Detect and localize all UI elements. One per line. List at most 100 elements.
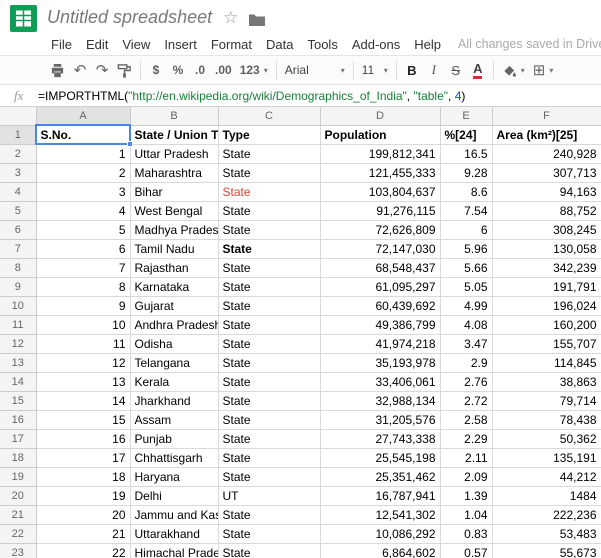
- row-header-8[interactable]: 8: [0, 258, 36, 277]
- print-button[interactable]: [46, 58, 69, 82]
- cell-F18[interactable]: 135,191: [492, 448, 601, 467]
- cell-B1[interactable]: State / Union Territory: [130, 125, 218, 144]
- cell-D21[interactable]: 12,541,302: [320, 505, 440, 524]
- row-header-3[interactable]: 3: [0, 163, 36, 182]
- cell-C12[interactable]: State: [218, 334, 320, 353]
- cell-B8[interactable]: Rajasthan: [130, 258, 218, 277]
- cell-D14[interactable]: 33,406,061: [320, 372, 440, 391]
- cell-E10[interactable]: 4.99: [440, 296, 492, 315]
- cell-B20[interactable]: Delhi: [130, 486, 218, 505]
- cell-E12[interactable]: 3.47: [440, 334, 492, 353]
- cell-D10[interactable]: 60,439,692: [320, 296, 440, 315]
- cell-B4[interactable]: Bihar: [130, 182, 218, 201]
- cell-C15[interactable]: State: [218, 391, 320, 410]
- row-header-19[interactable]: 19: [0, 467, 36, 486]
- cell-B14[interactable]: Kerala: [130, 372, 218, 391]
- cell-D3[interactable]: 121,455,333: [320, 163, 440, 182]
- cell-C14[interactable]: State: [218, 372, 320, 391]
- row-header-16[interactable]: 16: [0, 410, 36, 429]
- cell-E19[interactable]: 2.09: [440, 467, 492, 486]
- column-header-e[interactable]: E: [440, 107, 492, 125]
- cell-C1[interactable]: Type: [218, 125, 320, 144]
- cell-F9[interactable]: 191,791: [492, 277, 601, 296]
- cell-E1[interactable]: %[24]: [440, 125, 492, 144]
- cell-B11[interactable]: Andhra Pradesh: [130, 315, 218, 334]
- cell-E16[interactable]: 2.58: [440, 410, 492, 429]
- cell-B21[interactable]: Jammu and Kashmir: [130, 505, 218, 524]
- cell-C2[interactable]: State: [218, 144, 320, 163]
- borders-button[interactable]: ⊞ ▾: [529, 58, 558, 82]
- cell-C21[interactable]: State: [218, 505, 320, 524]
- cell-C3[interactable]: State: [218, 163, 320, 182]
- cell-C11[interactable]: State: [218, 315, 320, 334]
- cell-E15[interactable]: 2.72: [440, 391, 492, 410]
- cell-A11[interactable]: 10: [36, 315, 130, 334]
- cell-A10[interactable]: 9: [36, 296, 130, 315]
- cell-B2[interactable]: Uttar Pradesh: [130, 144, 218, 163]
- cell-B19[interactable]: Haryana: [130, 467, 218, 486]
- cell-A19[interactable]: 18: [36, 467, 130, 486]
- cell-C7[interactable]: State: [218, 239, 320, 258]
- cell-F6[interactable]: 308,245: [492, 220, 601, 239]
- select-all-corner[interactable]: [0, 107, 36, 125]
- cell-F4[interactable]: 94,163: [492, 182, 601, 201]
- cell-D7[interactable]: 72,147,030: [320, 239, 440, 258]
- cell-B18[interactable]: Chhattisgarh: [130, 448, 218, 467]
- cell-D5[interactable]: 91,276,115: [320, 201, 440, 220]
- cell-D6[interactable]: 72,626,809: [320, 220, 440, 239]
- sheets-logo-icon[interactable]: [10, 5, 37, 32]
- column-header-c[interactable]: C: [218, 107, 320, 125]
- cell-E5[interactable]: 7.54: [440, 201, 492, 220]
- menu-edit[interactable]: Edit: [79, 37, 115, 52]
- cell-E11[interactable]: 4.08: [440, 315, 492, 334]
- cell-B6[interactable]: Madhya Pradesh: [130, 220, 218, 239]
- cell-D2[interactable]: 199,812,341: [320, 144, 440, 163]
- cell-A16[interactable]: 15: [36, 410, 130, 429]
- cell-A1[interactable]: S.No.: [36, 125, 130, 144]
- cell-D11[interactable]: 49,386,799: [320, 315, 440, 334]
- cell-E7[interactable]: 5.96: [440, 239, 492, 258]
- cell-F5[interactable]: 88,752: [492, 201, 601, 220]
- cell-D23[interactable]: 6,864,602: [320, 543, 440, 558]
- cell-A21[interactable]: 20: [36, 505, 130, 524]
- cell-F22[interactable]: 53,483: [492, 524, 601, 543]
- cell-A2[interactable]: 1: [36, 144, 130, 163]
- cell-B9[interactable]: Karnataka: [130, 277, 218, 296]
- cell-A20[interactable]: 19: [36, 486, 130, 505]
- more-formats-button[interactable]: 123 ▾: [236, 58, 272, 82]
- cell-D22[interactable]: 10,086,292: [320, 524, 440, 543]
- cell-B16[interactable]: Assam: [130, 410, 218, 429]
- row-header-2[interactable]: 2: [0, 144, 36, 163]
- cell-F14[interactable]: 38,863: [492, 372, 601, 391]
- row-header-4[interactable]: 4: [0, 182, 36, 201]
- cell-A22[interactable]: 21: [36, 524, 130, 543]
- italic-button[interactable]: I: [423, 58, 445, 82]
- row-header-18[interactable]: 18: [0, 448, 36, 467]
- cell-C5[interactable]: State: [218, 201, 320, 220]
- cell-B7[interactable]: Tamil Nadu: [130, 239, 218, 258]
- menu-help[interactable]: Help: [407, 37, 448, 52]
- formula-input[interactable]: =IMPORTHTML("http://en.wikipedia.org/wik…: [38, 89, 601, 103]
- cell-E18[interactable]: 2.11: [440, 448, 492, 467]
- cell-D18[interactable]: 25,545,198: [320, 448, 440, 467]
- cell-F8[interactable]: 342,239: [492, 258, 601, 277]
- menu-view[interactable]: View: [115, 37, 157, 52]
- cell-B10[interactable]: Gujarat: [130, 296, 218, 315]
- cell-C23[interactable]: State: [218, 543, 320, 558]
- row-header-11[interactable]: 11: [0, 315, 36, 334]
- menu-tools[interactable]: Tools: [300, 37, 344, 52]
- cell-A17[interactable]: 16: [36, 429, 130, 448]
- cell-F10[interactable]: 196,024: [492, 296, 601, 315]
- cell-E6[interactable]: 6: [440, 220, 492, 239]
- cell-E20[interactable]: 1.39: [440, 486, 492, 505]
- cell-F15[interactable]: 79,714: [492, 391, 601, 410]
- cell-A15[interactable]: 14: [36, 391, 130, 410]
- cell-D15[interactable]: 32,988,134: [320, 391, 440, 410]
- row-header-7[interactable]: 7: [0, 239, 36, 258]
- cell-C9[interactable]: State: [218, 277, 320, 296]
- cell-F13[interactable]: 114,845: [492, 353, 601, 372]
- cell-A12[interactable]: 11: [36, 334, 130, 353]
- cell-D12[interactable]: 41,974,218: [320, 334, 440, 353]
- strikethrough-button[interactable]: S: [445, 58, 467, 82]
- row-header-17[interactable]: 17: [0, 429, 36, 448]
